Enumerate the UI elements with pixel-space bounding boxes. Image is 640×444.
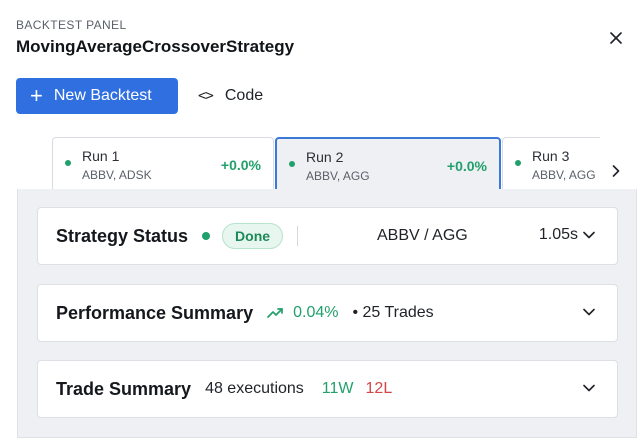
chevron-down-icon [583, 308, 595, 316]
performance-pct: 0.04% [293, 304, 339, 321]
card-title: Strategy Status [56, 225, 189, 246]
chevron-down-icon [583, 231, 595, 239]
code-label: Code [224, 87, 264, 104]
tab-tickers: ABBV, ADSK [82, 168, 152, 182]
tab-run-3[interactable]: Run 3 ABBV, AGG [502, 137, 600, 190]
tab-content: Strategy Status Done ABBV / AGG 1.05s Pe… [17, 189, 637, 438]
card-title: Performance Summary [56, 302, 254, 323]
tab-tickers: ABBV, AGG [532, 168, 596, 182]
status-dot [65, 160, 71, 166]
tab-name: Run 3 [532, 148, 570, 164]
status-badge: Done [222, 223, 284, 249]
new-backtest-label: New Backtest [53, 87, 152, 104]
chevron-down-icon [583, 384, 595, 392]
status-dot [289, 161, 295, 167]
tabs-scroll-right-button[interactable] [612, 164, 620, 182]
tab-name: Run 2 [306, 149, 344, 165]
trend-up-icon [267, 307, 285, 319]
duration-dropdown[interactable]: 1.05s [539, 226, 595, 244]
plus-icon: + [30, 83, 43, 108]
chevron-right-icon [612, 165, 620, 177]
new-backtest-button[interactable]: + New Backtest [16, 78, 178, 114]
status-dot [515, 160, 521, 166]
expand-button[interactable] [583, 381, 595, 395]
expand-button[interactable] [583, 305, 595, 319]
card-title: Trade Summary [56, 378, 192, 399]
performance-summary-card[interactable]: Performance Summary 0.04% • 25 Trades [37, 284, 618, 342]
strategy-status-card: Strategy Status Done ABBV / AGG 1.05s [37, 207, 618, 265]
panel-label: BACKTEST PANEL [16, 18, 127, 32]
code-icon: <> [198, 88, 214, 104]
close-icon [610, 32, 622, 44]
run-tabs: Run 1 ABBV, ADSK +0.0% Run 2 ABBV, AGG +… [52, 137, 600, 190]
panel-title: MovingAverageCrossoverStrategy [16, 37, 295, 56]
code-button[interactable]: <> Code [198, 78, 263, 114]
duration-value: 1.05s [538, 226, 578, 243]
tab-name: Run 1 [82, 148, 120, 164]
executions-count: 48 executions [205, 380, 304, 397]
tab-pct: +0.0% [446, 158, 487, 174]
wins-count: 11W [321, 380, 354, 397]
tab-tickers: ABBV, AGG [306, 169, 370, 183]
divider [297, 226, 299, 246]
close-button[interactable] [606, 28, 626, 48]
trade-count: • 25 Trades [352, 304, 434, 321]
trade-summary-card[interactable]: Trade Summary 48 executions 11W 12L [37, 360, 618, 418]
tab-pct: +0.0% [220, 157, 261, 173]
tab-run-2[interactable]: Run 2 ABBV, AGG +0.0% [275, 137, 501, 190]
ticker-pair: ABBV / AGG [377, 227, 468, 244]
losses-count: 12L [365, 380, 393, 397]
status-dot [202, 232, 211, 240]
tab-run-1[interactable]: Run 1 ABBV, ADSK +0.0% [52, 137, 274, 190]
